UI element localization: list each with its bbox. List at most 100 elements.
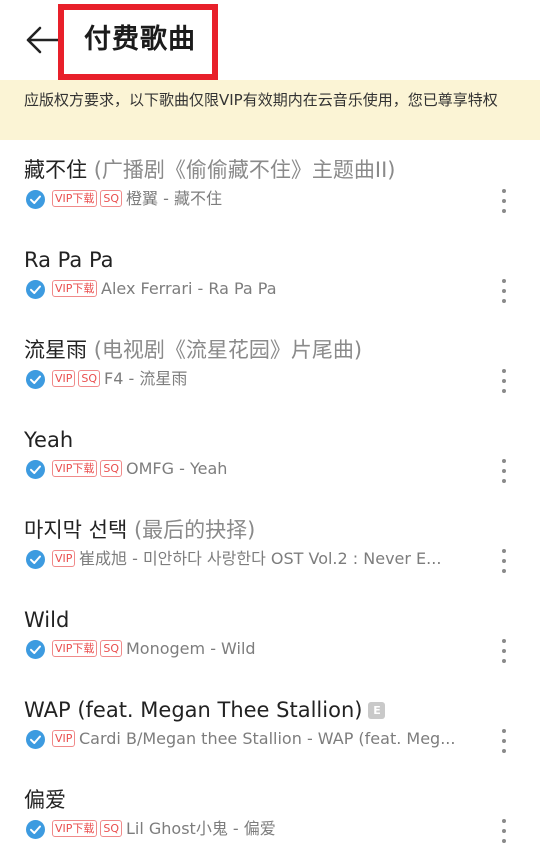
quality-badges: VIP [52, 730, 78, 749]
song-row[interactable]: 마지막 선택 (最后的抉择) VIP 崔成旭 - 미안하다 사랑한다 OST Vol… [0, 514, 540, 604]
more-options-button[interactable] [494, 726, 514, 756]
check-circle-icon [26, 370, 45, 389]
quality-badge: VIP下载 [52, 820, 98, 837]
song-title: 마지막 선택 (最后的抉择) [24, 514, 484, 546]
song-name: Yeah [24, 428, 74, 452]
check-circle-icon [26, 730, 45, 749]
check-circle-icon [26, 190, 45, 209]
more-vertical-icon [502, 369, 506, 373]
song-meta: VIP下载 SQ OMFG - Yeah [24, 458, 486, 480]
artist-album: F4 - 流星雨 [104, 369, 188, 388]
song-name: 마지막 선택 [24, 518, 128, 542]
more-dot [502, 659, 506, 663]
song-name: 偏爱 [24, 788, 66, 812]
song-meta: VIP SQ F4 - 流星雨 [24, 368, 486, 390]
song-subtitle: (电视剧《流星花园》片尾曲) [93, 338, 363, 362]
song-row[interactable]: Wild VIP下载 SQ Monogem - Wild [0, 604, 540, 694]
more-dot [502, 199, 506, 203]
more-vertical-icon [502, 729, 506, 733]
quality-badge: SQ [100, 640, 123, 657]
more-dot [502, 479, 506, 483]
artist-album: Lil Ghost小鬼 - 偏爱 [126, 819, 276, 838]
more-options-button[interactable] [494, 186, 514, 216]
song-row[interactable]: Yeah VIP下载 SQ OMFG - Yeah [0, 424, 540, 514]
quality-badge: VIP下载 [52, 460, 98, 477]
song-title: Ra Pa Pa [24, 244, 484, 276]
more-options-button[interactable] [494, 546, 514, 576]
more-vertical-icon [502, 279, 506, 283]
more-options-button[interactable] [494, 366, 514, 396]
quality-badge: SQ [100, 460, 123, 477]
more-dot [502, 209, 506, 213]
quality-badges: VIP下载 SQ [52, 640, 125, 659]
quality-badges: VIP下载 SQ [52, 190, 125, 209]
quality-badge: VIP下载 [52, 190, 98, 207]
quality-badges: VIP下载 SQ [52, 460, 125, 479]
song-meta: VIP下载 Alex Ferrari - Ra Pa Pa [24, 278, 486, 300]
more-dot [502, 389, 506, 393]
more-dot [502, 569, 506, 573]
artist-album: OMFG - Yeah [126, 459, 228, 478]
more-options-button[interactable] [494, 456, 514, 486]
quality-badge: VIP下载 [52, 280, 98, 297]
page-title: 付费歌曲 [84, 24, 196, 55]
more-options-button[interactable] [494, 276, 514, 306]
check-circle-icon [26, 460, 45, 479]
quality-badge: VIP [52, 550, 76, 567]
arrow-left-icon [26, 26, 60, 54]
song-subtitle: (广播剧《偷偷藏不住》主题曲II) [93, 158, 396, 182]
quality-badges: VIP [52, 550, 78, 569]
check-circle-icon [26, 280, 45, 299]
song-row[interactable]: WAP (feat. Megan Thee Stallion) E VIP Cardi… [0, 694, 540, 784]
song-name: WAP (feat. Megan Thee Stallion) [24, 698, 363, 722]
song-title: WAP (feat. Megan Thee Stallion) E [24, 694, 484, 726]
artist-album: 崔成旭 - 미안하다 사랑한다 OST Vol.2 : Never E... [79, 549, 442, 568]
more-dot [502, 649, 506, 653]
song-row[interactable]: 藏不住 (广播剧《偷偷藏不住》主题曲II) VIP下载 SQ 橙翼 - 藏不住 [0, 154, 540, 244]
song-title: Yeah [24, 424, 484, 456]
more-dot [502, 839, 506, 843]
more-vertical-icon [502, 189, 506, 193]
more-options-button[interactable] [494, 816, 514, 846]
song-title: 偏爱 [24, 784, 484, 816]
song-name: Wild [24, 608, 70, 632]
more-dot [502, 739, 506, 743]
song-title: 藏不住 (广播剧《偷偷藏不住》主题曲II) [24, 154, 484, 186]
quality-badge: SQ [78, 370, 101, 387]
quality-badge: VIP [52, 370, 76, 387]
more-dot [502, 829, 506, 833]
quality-badge: SQ [100, 190, 123, 207]
song-row[interactable]: 偏爱 VIP下载 SQ Lil Ghost小鬼 - 偏爱 [0, 784, 540, 861]
song-subtitle: (最后的抉择) [133, 518, 256, 542]
back-button[interactable] [22, 20, 62, 60]
more-dot [502, 749, 506, 753]
more-dot [502, 289, 506, 293]
more-vertical-icon [502, 639, 506, 643]
quality-badge: SQ [100, 820, 123, 837]
quality-badge: VIP [52, 730, 76, 747]
song-name: Ra Pa Pa [24, 248, 114, 272]
song-meta: VIP Cardi B/Megan thee Stallion - WAP (fe… [24, 728, 486, 750]
song-name: 流星雨 [24, 338, 87, 362]
quality-badges: VIP下载 [52, 280, 100, 299]
check-circle-icon [26, 640, 45, 659]
song-row[interactable]: Ra Pa Pa VIP下载 Alex Ferrari - Ra Pa Pa [0, 244, 540, 334]
quality-badge: VIP下载 [52, 640, 98, 657]
artist-album: 橙翼 - 藏不住 [126, 189, 222, 208]
more-vertical-icon [502, 459, 506, 463]
artist-album: Cardi B/Megan thee Stallion - WAP (feat.… [79, 729, 456, 748]
song-title: 流星雨 (电视剧《流星花园》片尾曲) [24, 334, 484, 366]
quality-badges: VIP SQ [52, 370, 103, 389]
check-circle-icon [26, 550, 45, 569]
song-title: Wild [24, 604, 484, 636]
more-vertical-icon [502, 819, 506, 823]
more-dot [502, 299, 506, 303]
copyright-notice: 应版权方要求，以下歌曲仅限VIP有效期内在云音乐使用，您已尊享特权 [0, 80, 540, 140]
more-dot [502, 559, 506, 563]
song-meta: VIP 崔成旭 - 미안하다 사랑한다 OST Vol.2 : Never E..… [24, 548, 486, 570]
more-vertical-icon [502, 549, 506, 553]
explicit-badge: E [368, 702, 386, 719]
more-options-button[interactable] [494, 636, 514, 666]
artist-album: Monogem - Wild [126, 639, 256, 658]
song-row[interactable]: 流星雨 (电视剧《流星花园》片尾曲) VIP SQ F4 - 流星雨 [0, 334, 540, 424]
